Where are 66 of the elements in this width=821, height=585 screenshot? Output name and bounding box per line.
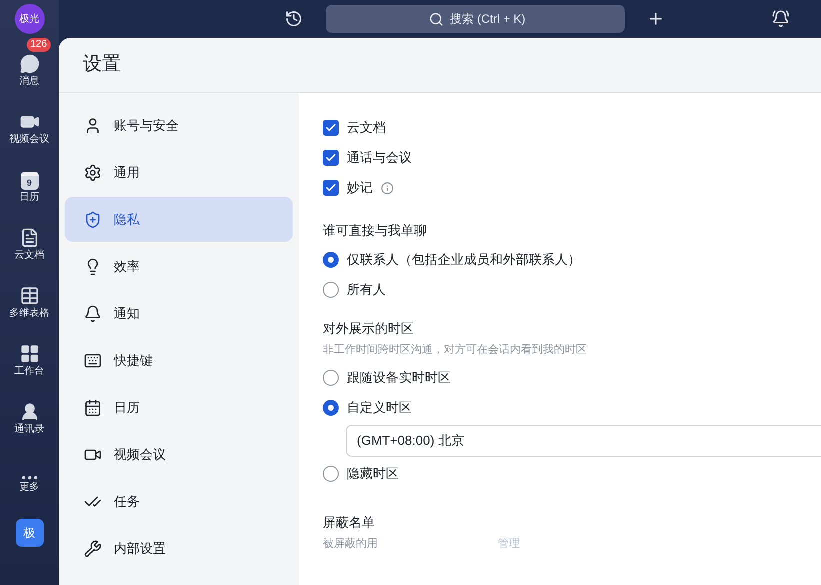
radio-button[interactable]: [323, 282, 339, 298]
checkbox[interactable]: [323, 120, 339, 136]
table-icon: [20, 286, 40, 306]
timezone-select[interactable]: (GMT+08:00) 北京: [346, 424, 821, 456]
calendar-icon: [84, 398, 102, 416]
sidebar-item[interactable]: 工作台: [0, 328, 58, 377]
document-icon: [20, 228, 40, 248]
unread-badge: 126: [26, 38, 52, 52]
user-avatar[interactable]: 极光: [14, 4, 44, 34]
section-title: 对外展示的时区: [323, 320, 415, 338]
search-field[interactable]: 搜索 (Ctrl + K): [326, 5, 625, 33]
organization-avatar[interactable]: 极: [16, 519, 44, 547]
settings-nav-item[interactable]: 视频会议: [65, 432, 293, 477]
checkbox-label: 妙记: [347, 179, 373, 198]
sidebar-item[interactable]: 9 日历: [0, 154, 58, 203]
notification-icon[interactable]: [772, 10, 790, 28]
settings-title: 设置: [83, 52, 121, 77]
radio-label: 隐藏时区: [347, 464, 399, 483]
check-icon: [325, 152, 337, 164]
settings-nav-item[interactable]: 日历: [65, 385, 293, 430]
radio-label: 所有人: [347, 280, 386, 299]
check-icon: [325, 182, 337, 194]
checkbox[interactable]: [323, 150, 339, 166]
settings-nav-item[interactable]: 任务: [65, 479, 293, 524]
section-hint: 非工作时间跨时区沟通，对方可在会话内看到我的时区: [323, 342, 588, 358]
radio-button[interactable]: [323, 370, 339, 386]
settings-nav-item[interactable]: 通用: [65, 150, 293, 195]
checkbox-label: 通话与会议: [347, 149, 412, 168]
bell-icon: [84, 304, 102, 322]
wrench-icon: [84, 540, 102, 558]
radio-button[interactable]: [323, 400, 339, 416]
person-icon: [84, 116, 102, 134]
add-icon[interactable]: [647, 10, 665, 28]
radio-label: 跟随设备实时时区: [347, 368, 451, 387]
section-title: 屏蔽名单: [323, 514, 376, 532]
shield-icon: [84, 210, 102, 228]
checkbox-label: 云文档: [347, 119, 386, 138]
check-icon: [325, 122, 337, 134]
radio-label: 自定义时区: [347, 398, 412, 417]
sidebar-item[interactable]: 多维表格: [0, 270, 58, 319]
settings-nav-item[interactable]: 账号与安全: [65, 103, 293, 148]
more-icon: [22, 476, 38, 480]
info-icon[interactable]: [381, 182, 394, 194]
sidebar-item[interactable]: 云文档: [0, 212, 58, 261]
keyboard-icon: [84, 352, 102, 370]
radio-button[interactable]: [323, 252, 339, 268]
sidebar-item[interactable]: 消息 126: [0, 38, 58, 87]
history-icon[interactable]: [285, 10, 303, 28]
settings-nav-item[interactable]: 效率: [65, 244, 293, 289]
radio-label: 仅联系人（包括企业成员和外部联系人）: [347, 250, 581, 269]
section-title: 谁可直接与我单聊: [323, 222, 428, 240]
settings-nav-item[interactable]: 隐私: [65, 197, 293, 242]
radio-button[interactable]: [323, 466, 339, 482]
settings-nav-item[interactable]: 通知: [65, 291, 293, 336]
calendar-icon: 9: [20, 172, 38, 190]
person-icon: [20, 402, 40, 422]
sidebar-item[interactable]: 视频会议: [0, 96, 58, 145]
checkbox[interactable]: [323, 180, 339, 196]
sidebar-item[interactable]: 通讯录: [0, 386, 58, 435]
four-dots-icon: [20, 344, 40, 364]
search-icon: [429, 12, 444, 27]
section-hint: 被屏蔽的用: [323, 536, 378, 552]
settings-icon: [84, 164, 102, 182]
sidebar-item[interactable]: 更多: [0, 444, 58, 493]
settings-nav-item[interactable]: 快捷键: [65, 338, 293, 383]
settings-nav-item[interactable]: 内部设置: [65, 526, 293, 571]
